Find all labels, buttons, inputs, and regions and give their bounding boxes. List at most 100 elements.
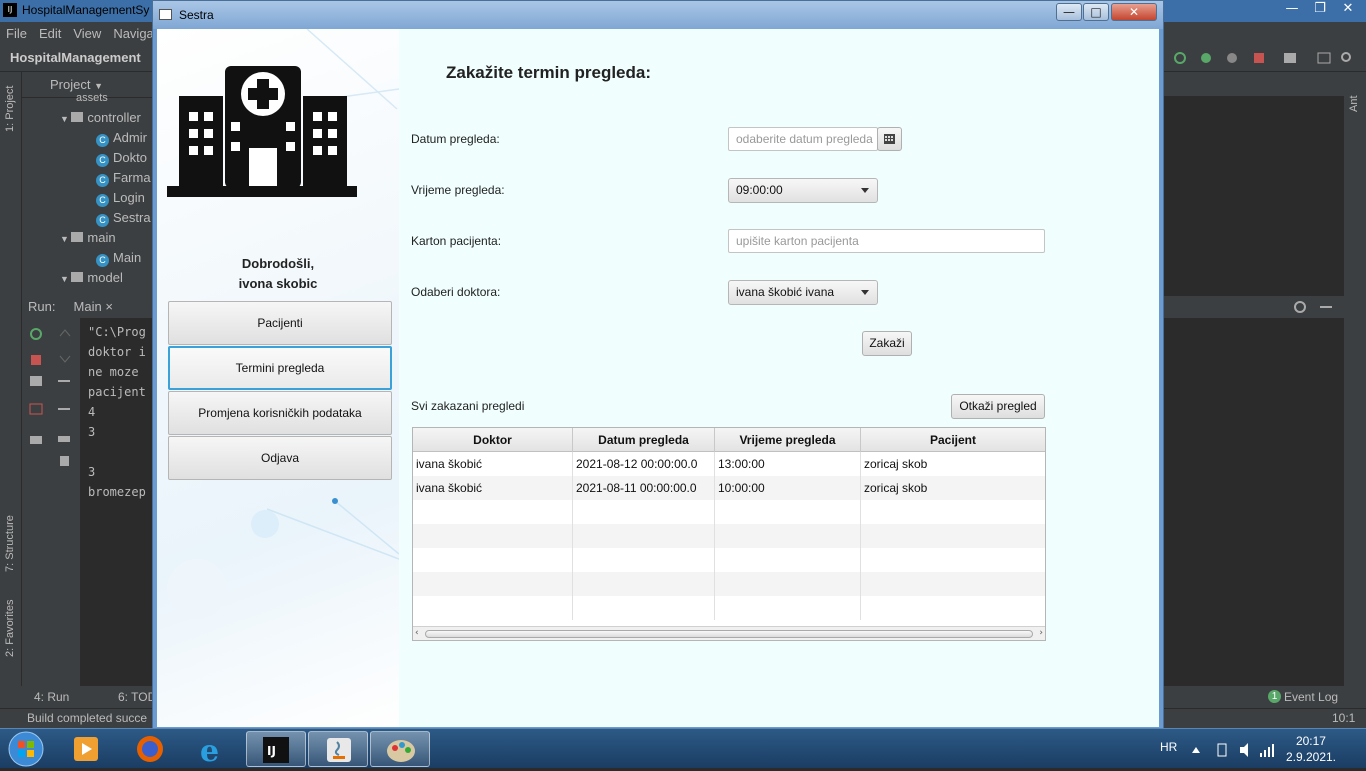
cell-doctor: ivana škobić [413,476,573,500]
column-header-patient[interactable]: Pacijent [861,428,1045,452]
tree-item[interactable]: C Dokto [96,150,147,167]
tool-ant-tab[interactable]: Ant [1348,95,1360,112]
class-icon: C [96,214,109,227]
appointments-table[interactable]: Doktor Datum pregleda Vrijeme pregleda P… [412,427,1046,641]
java-taskbar-button[interactable] [308,731,368,767]
empty-row [413,500,1045,524]
ide-minimize-button[interactable]: — [1280,0,1304,18]
firefox-taskbar-button[interactable] [120,731,180,767]
calendar-icon [884,134,895,144]
tree-item[interactable]: C Admir [96,130,147,147]
settings-icon[interactable] [1294,300,1334,314]
cancel-appointment-button[interactable]: Otkaži pregled [951,394,1045,419]
menu-edit[interactable]: Edit [39,26,61,41]
time-label: Vrijeme pregleda: [411,183,505,197]
window-title: Sestra [179,8,214,22]
tree-item[interactable]: ▼ controller [60,110,141,125]
class-icon: C [96,194,109,207]
minimize-button[interactable]: — [1056,3,1082,21]
schedule-button[interactable]: Zakaži [862,331,912,356]
tree-item[interactable]: ▼ model [60,270,123,285]
table-header: Doktor Datum pregleda Vrijeme pregleda P… [413,428,1045,452]
paint-taskbar-button[interactable] [370,731,430,767]
ide-title: HospitalManagementSy [22,3,150,17]
date-input[interactable]: odaberite datum pregleda [728,127,878,151]
ide-toolbar-icons[interactable] [1172,50,1352,66]
sestra-window: Sestra — □ ✕ Dobrodošli, ivona skobic Pa… [152,0,1164,730]
doctor-select-value: ivana škobić ivana [736,285,835,299]
calendar-picker-button[interactable] [877,127,902,151]
ide-close-button[interactable]: ✕ [1336,0,1360,18]
maximize-button[interactable]: □ [1083,3,1109,21]
menu-navigate[interactable]: Navigat [113,26,157,41]
cell-patient: zoricaj skob [864,481,928,495]
nav-change-user-data-button[interactable]: Promjena korisničkih podataka [168,391,392,435]
tree-item[interactable]: C Sestra [96,210,151,227]
event-count-badge: 1 [1268,690,1281,703]
console-line: "C:\Prog [88,325,146,339]
table-horizontal-scrollbar[interactable]: ‹ › [413,626,1045,640]
console-line: pacijent [88,385,146,399]
system-tray-icons[interactable] [1188,741,1278,759]
patient-card-input[interactable]: upišite karton pacijenta [728,229,1045,253]
scroll-left-icon[interactable]: ‹ [415,628,419,638]
tree-item[interactable]: assets [76,92,108,104]
tree-item[interactable]: C Login [96,190,145,207]
clock-time: 20:17 [1295,734,1326,748]
nav-patients-button[interactable]: Pacijenti [168,301,392,345]
media-player-taskbar-button[interactable] [56,731,116,767]
doctor-label: Odaberi doktora: [411,285,501,299]
folder-icon [71,232,84,242]
language-indicator[interactable]: HR [1160,740,1177,754]
console-line: ne moze [88,365,139,379]
column-header-date[interactable]: Datum pregleda [573,428,715,452]
close-button[interactable]: ✕ [1111,3,1157,21]
tool-structure-tab[interactable]: 7: Structure [4,515,16,572]
tree-item[interactable]: C Main [96,250,141,267]
cell-doctor: ivana škobić [413,452,573,476]
scrollbar-thumb[interactable] [425,630,1033,638]
menu-view[interactable]: View [73,26,101,41]
run-toolbar [22,318,80,686]
empty-row [413,596,1045,620]
start-button-icon[interactable] [6,730,46,768]
nav-logout-button[interactable]: Odjava [168,436,392,480]
table-row[interactable]: ivana škobić 2021-08-11 00:00:00.0 10:00… [413,476,1045,500]
menu-file[interactable]: File [6,26,27,41]
breadcrumb[interactable]: HospitalManagement [10,50,141,65]
welcome-user-name: ivona skobic [238,276,318,291]
tree-item[interactable]: ▼ main [60,230,116,245]
event-log-tab[interactable]: Event Log [1284,690,1338,704]
time-select[interactable]: 09:00:00 [728,178,878,203]
run-tool-icons[interactable] [22,318,80,518]
tool-project-tab[interactable]: 1: Project [4,86,16,132]
empty-row [413,572,1045,596]
caret-position[interactable]: 10:1 [1332,711,1355,725]
tree-item[interactable]: C Farma [96,170,151,187]
scroll-right-icon[interactable]: › [1039,628,1043,638]
run-panel: Run: Main × "C:\Prog doktor i ne moze pacij… [22,296,152,686]
table-row[interactable]: ivana škobić 2021-08-12 00:00:00.0 13:00… [413,452,1045,476]
run-label: Run: [28,299,56,314]
tool-favorites-tab[interactable]: 2: Favorites [4,600,16,657]
project-label[interactable]: Project [50,77,90,92]
chevron-down-icon [861,188,869,193]
tab-run[interactable]: 4: Run [34,690,69,704]
ide-maximize-button[interactable]: ❐ [1308,0,1332,18]
intellij-logo-icon: IJ [3,3,17,17]
nav-appointments-button[interactable]: Termini pregleda [168,346,392,390]
clock-date: 2.9.2021. [1285,750,1336,764]
intellij-taskbar-button[interactable]: IJ [246,731,306,767]
column-header-time[interactable]: Vrijeme pregleda [715,428,861,452]
column-header-doctor[interactable]: Doktor [413,428,573,452]
internet-explorer-taskbar-button[interactable]: e [182,731,242,769]
cell-time: 13:00:00 [715,452,861,476]
doctor-select[interactable]: ivana škobić ivana [728,280,878,305]
run-tab-main[interactable]: Main [74,299,102,314]
taskbar-clock[interactable]: 20:17 2.9.2021. [1286,733,1336,765]
tab-todo[interactable]: 6: TOD [118,690,156,704]
run-console[interactable]: "C:\Prog doktor i ne moze pacijent 4 3 3 brome… [88,322,146,502]
date-label: Datum pregleda: [411,132,500,146]
taskbar: e IJ HR 20:17 2.9.2021. [0,728,1366,769]
